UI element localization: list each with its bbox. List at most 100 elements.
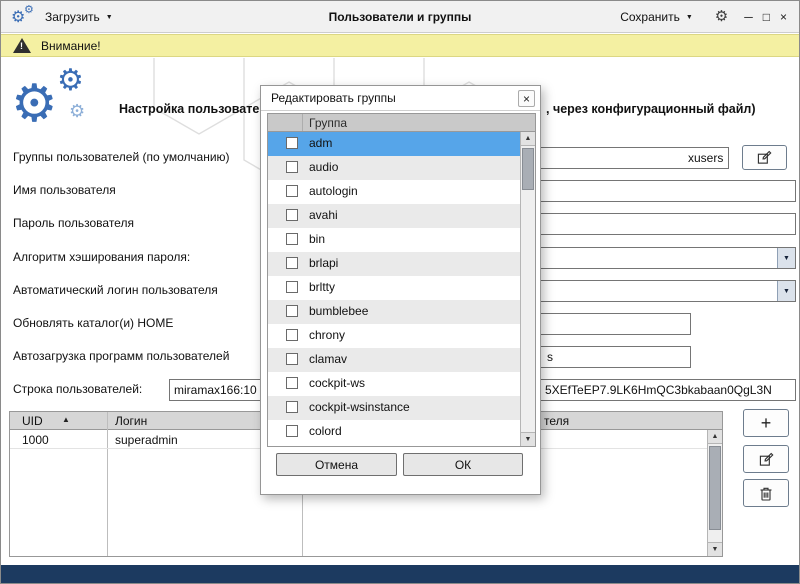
group-checkbox[interactable] [286, 281, 298, 293]
group-checkbox[interactable] [286, 137, 298, 149]
group-checkbox[interactable] [286, 425, 298, 437]
group-checkbox[interactable] [286, 353, 298, 365]
edit-user-button[interactable] [743, 445, 789, 473]
status-bar [1, 565, 799, 583]
warning-mark: ! [20, 42, 23, 51]
default-groups-value: xusers [688, 151, 723, 165]
group-row[interactable]: bumblebee [268, 300, 520, 324]
arrow-up-icon: ▲ [712, 433, 719, 440]
page-heading-right: , через конфигурационный файл) [546, 102, 756, 116]
minimize-button[interactable]: ─ [744, 11, 753, 23]
gear-icon: ⚙ [24, 5, 34, 16]
load-menu-button[interactable]: Загрузить ▼ [39, 6, 119, 28]
group-row[interactable]: audio [268, 156, 520, 180]
ok-button[interactable]: ОК [403, 453, 523, 476]
app-window: ⚙ ⚙ Загрузить ▼ Пользователи и группы Со… [0, 0, 800, 584]
default-groups-label: Группы пользователей (по умолчанию) [13, 150, 230, 164]
group-checkbox[interactable] [286, 161, 298, 173]
column-header-login[interactable]: Логин [115, 414, 147, 428]
save-menu-button[interactable]: Сохранить ▼ [614, 6, 699, 28]
cell-login: superadmin [115, 433, 178, 447]
update-home-label: Обновлять каталог(и) HOME [13, 316, 173, 330]
cancel-button[interactable]: Отмена [276, 453, 397, 476]
password-label: Пароль пользователя [13, 216, 134, 230]
group-checkbox[interactable] [286, 305, 298, 317]
column-header-fullname-fragment[interactable]: теля [544, 414, 569, 428]
edit-groups-dialog: Редактировать группы × Группа adm audio [260, 85, 541, 495]
group-name: bumblebee [309, 304, 368, 318]
column-header-uid[interactable]: UID [22, 414, 43, 428]
group-checkbox[interactable] [286, 329, 298, 341]
group-row[interactable]: chrony [268, 324, 520, 348]
dialog-close-button[interactable]: × [518, 90, 535, 107]
column-header-group[interactable]: Группа [309, 116, 347, 130]
group-checkbox[interactable] [286, 401, 298, 413]
edit-default-groups-button[interactable] [742, 145, 787, 170]
settings-gear-icon[interactable]: ⚙ [715, 9, 728, 24]
group-row[interactable]: autologin [268, 180, 520, 204]
group-row[interactable]: brlapi [268, 252, 520, 276]
group-row[interactable]: cockpit-ws [268, 372, 520, 396]
autologin-label: Автоматический логин пользователя [13, 283, 218, 297]
hash-algo-dropdown-button[interactable]: ▼ [777, 248, 795, 268]
group-row[interactable]: brltty [268, 276, 520, 300]
group-row[interactable]: clamav [268, 348, 520, 372]
group-name: colord [309, 424, 342, 438]
group-name: brltty [309, 280, 335, 294]
scroll-down-button[interactable]: ▼ [708, 542, 722, 556]
hash-algo-label: Алгоритм хэширования пароля: [13, 250, 190, 264]
autostart-label: Автозагрузка программ пользователей [13, 349, 229, 363]
close-window-button[interactable]: × [780, 11, 787, 23]
page-heading-left: Настройка пользовате [119, 102, 259, 116]
scrollbar-thumb[interactable] [522, 148, 534, 190]
groups-rows: adm audio autologin avahi bin [268, 132, 520, 444]
scroll-down-button[interactable]: ▼ [521, 432, 535, 446]
scrollbar-thumb[interactable] [709, 446, 721, 530]
group-checkbox[interactable] [286, 185, 298, 197]
warning-banner: ! Внимание! [1, 34, 799, 57]
group-row[interactable]: avahi [268, 204, 520, 228]
group-name: clamav [309, 352, 347, 366]
scroll-up-button[interactable]: ▲ [521, 132, 535, 146]
group-checkbox[interactable] [286, 377, 298, 389]
pencil-icon [757, 150, 772, 165]
trash-icon [759, 486, 773, 501]
group-row[interactable]: bin [268, 228, 520, 252]
group-checkbox[interactable] [286, 233, 298, 245]
scroll-up-button[interactable]: ▲ [708, 430, 722, 444]
chevron-down-icon: ▼ [783, 288, 790, 295]
table-scrollbar[interactable]: ▲ ▼ [707, 430, 722, 556]
group-name: cockpit-wsinstance [309, 400, 410, 414]
plus-icon: + [761, 414, 772, 432]
app-gears-icon: ⚙ ⚙ [11, 5, 39, 29]
autostart-value: s [547, 350, 553, 364]
gear-icon: ⚙ [11, 78, 58, 130]
add-user-button[interactable]: + [743, 409, 789, 437]
dialog-titlebar: Редактировать группы × [261, 86, 540, 111]
group-name: bin [309, 232, 325, 246]
autologin-dropdown-button[interactable]: ▼ [777, 281, 795, 301]
group-checkbox[interactable] [286, 209, 298, 221]
group-checkbox[interactable] [286, 257, 298, 269]
group-row[interactable]: adm [268, 132, 520, 156]
groups-scrollbar[interactable]: ▲ ▼ [520, 132, 535, 446]
username-label: Имя пользователя [13, 183, 116, 197]
warning-text: Внимание! [41, 39, 101, 53]
maximize-button[interactable]: □ [763, 11, 770, 23]
pencil-icon [759, 452, 774, 467]
groups-list: Группа adm audio autologin avahi [267, 113, 536, 447]
group-row[interactable]: colord [268, 420, 520, 444]
chevron-down-icon: ▼ [783, 255, 790, 262]
sort-ascending-icon: ▲ [62, 416, 70, 424]
delete-user-button[interactable] [743, 479, 789, 507]
save-label: Сохранить [620, 10, 680, 24]
group-row[interactable]: cockpit-wsinstance [268, 396, 520, 420]
group-name: brlapi [309, 256, 338, 270]
arrow-up-icon: ▲ [525, 135, 532, 142]
cell-uid: 1000 [22, 433, 49, 447]
gear-icon: ⚙ [57, 66, 84, 96]
chevron-down-icon: ▼ [106, 12, 113, 21]
app-logo-gears: ⚙ ⚙ ⚙ [11, 68, 111, 142]
group-name: audio [309, 160, 338, 174]
group-name: autologin [309, 184, 358, 198]
